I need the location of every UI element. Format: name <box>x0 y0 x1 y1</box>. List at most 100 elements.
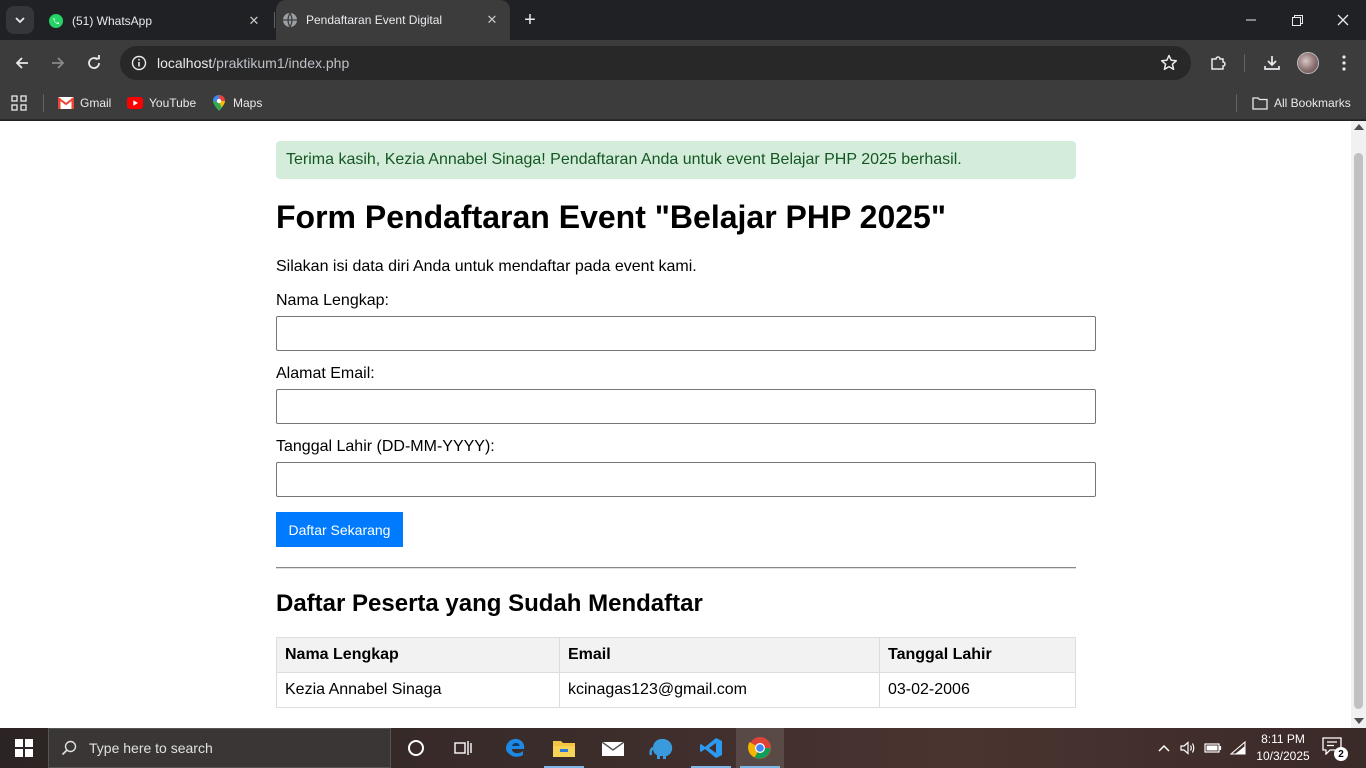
bookmarks-bar: Gmail YouTube Maps All Bookmarks <box>0 86 1366 120</box>
mail-icon <box>601 741 625 756</box>
chevron-up-icon <box>1158 744 1170 752</box>
reload-icon <box>88 55 100 69</box>
email-input[interactable] <box>276 389 1096 424</box>
notification-badge: 2 <box>1334 747 1348 761</box>
reload-button[interactable] <box>79 48 109 78</box>
participants-table: Nama Lengkap Email Tanggal Lahir Kezia A… <box>276 637 1076 708</box>
all-bookmarks-button[interactable]: All Bookmarks <box>1252 92 1351 114</box>
vscode-app[interactable] <box>687 728 735 768</box>
folder-icon <box>1252 95 1268 111</box>
all-bookmarks-label: All Bookmarks <box>1274 96 1351 110</box>
system-clock[interactable]: 8:11 PM 10/3/2025 <box>1250 731 1316 765</box>
chrome-app[interactable] <box>736 728 784 768</box>
tab-separator <box>274 12 275 28</box>
chrome-icon <box>748 737 771 759</box>
tab-search-button[interactable] <box>6 6 34 34</box>
restore-button[interactable] <box>1274 0 1320 40</box>
speaker-icon <box>1180 741 1195 755</box>
site-info-icon[interactable] <box>122 46 156 80</box>
whatsapp-icon <box>48 13 64 29</box>
bookmark-separator <box>43 94 44 112</box>
email-label: Alamat Email: <box>276 365 375 382</box>
back-button[interactable] <box>7 48 37 78</box>
bookmark-gmail[interactable]: Gmail <box>58 92 111 114</box>
table-header-row: Nama Lengkap Email Tanggal Lahir <box>276 637 1076 673</box>
address-bar[interactable]: localhost/praktikum1/index.php <box>120 46 1191 80</box>
new-tab-button[interactable]: + <box>518 8 542 32</box>
windows-taskbar: Type here to search 8:11 PM 10/3/2025 2 <box>0 728 1366 768</box>
file-explorer-app[interactable] <box>540 728 588 768</box>
table-cell: 03-02-2006 <box>879 672 1076 708</box>
edge-app[interactable] <box>491 728 539 768</box>
arrow-right-icon <box>52 57 65 69</box>
close-tab-icon[interactable]: ✕ <box>482 10 502 30</box>
extensions-button[interactable] <box>1205 50 1231 76</box>
apps-grid-icon <box>11 95 27 111</box>
vscode-icon <box>700 738 722 758</box>
name-label: Nama Lengkap: <box>276 292 389 309</box>
tab-strip: (51) WhatsApp ✕ Pendaftaran Event Digita… <box>0 0 1366 40</box>
start-button[interactable] <box>0 728 48 768</box>
apps-button[interactable] <box>11 92 27 114</box>
close-tab-icon[interactable]: ✕ <box>244 11 264 31</box>
table-row: Kezia Annabel Sinaga kcinagas123@gmail.c… <box>276 672 1076 708</box>
submit-button[interactable]: Daftar Sekarang <box>276 512 403 547</box>
participants-title: Daftar Peserta yang Sudah Mendaftar <box>276 590 703 617</box>
show-hidden-icons-button[interactable] <box>1154 728 1174 768</box>
bookmark-label: Gmail <box>80 96 112 110</box>
column-header: Tanggal Lahir <box>879 637 1076 673</box>
taskbar-search[interactable]: Type here to search <box>48 728 391 768</box>
bookmark-star-icon[interactable] <box>1159 53 1179 73</box>
toolbar-separator <box>1244 54 1245 72</box>
wifi-icon <box>1230 741 1246 755</box>
battery-button[interactable] <box>1202 728 1224 768</box>
tab-whatsapp[interactable]: (51) WhatsApp ✕ <box>40 2 272 40</box>
name-input[interactable] <box>276 316 1096 351</box>
battery-icon <box>1204 743 1222 753</box>
notification-center-button[interactable]: 2 <box>1322 737 1348 761</box>
url-host: localhost <box>157 55 213 71</box>
volume-button[interactable] <box>1178 728 1198 768</box>
page-scrollbar[interactable] <box>1351 121 1366 728</box>
dob-input[interactable] <box>276 462 1096 497</box>
menu-button[interactable] <box>1331 50 1357 76</box>
search-icon <box>49 740 89 756</box>
task-view-button[interactable] <box>440 728 488 768</box>
clock-date: 10/3/2025 <box>1256 749 1310 763</box>
bookmark-separator <box>1236 94 1237 112</box>
chevron-down-icon <box>15 17 25 24</box>
scrollbar-thumb[interactable] <box>1354 153 1363 709</box>
close-window-button[interactable] <box>1320 0 1366 40</box>
profile-avatar[interactable] <box>1297 52 1319 74</box>
bookmark-youtube[interactable]: YouTube <box>127 92 196 114</box>
tab-title: (51) WhatsApp <box>72 14 153 28</box>
youtube-icon <box>127 95 143 111</box>
scroll-down-icon[interactable] <box>1354 718 1364 724</box>
table-cell: Kezia Annabel Sinaga <box>276 672 560 708</box>
cortana-button[interactable] <box>392 728 440 768</box>
url-path: /praktikum1/index.php <box>212 55 350 71</box>
minimize-button[interactable] <box>1228 0 1274 40</box>
cloud-app[interactable] <box>638 728 686 768</box>
forward-button[interactable] <box>43 48 73 78</box>
browser-toolbar: localhost/praktikum1/index.php <box>0 40 1366 86</box>
network-button[interactable] <box>1228 728 1248 768</box>
puzzle-icon <box>1211 56 1226 70</box>
column-header: Nama Lengkap <box>276 637 560 673</box>
close-icon <box>1337 14 1349 26</box>
tab-title: Pendaftaran Event Digital <box>306 13 443 27</box>
globe-icon <box>282 12 298 28</box>
tab-pendaftaran[interactable]: Pendaftaran Event Digital ✕ <box>276 0 510 40</box>
bookmark-maps[interactable]: Maps <box>211 92 262 114</box>
scroll-up-icon[interactable] <box>1354 124 1364 130</box>
windows-logo-icon <box>15 739 33 757</box>
mail-app[interactable] <box>589 728 637 768</box>
page-title: Form Pendaftaran Event "Belajar PHP 2025… <box>276 199 947 235</box>
elephant-icon <box>649 738 673 759</box>
dob-label: Tanggal Lahir (DD-MM-YYYY): <box>276 438 495 455</box>
cortana-icon <box>408 740 424 756</box>
maps-icon <box>211 95 227 111</box>
gmail-icon <box>58 95 74 111</box>
divider <box>276 567 1076 569</box>
downloads-button[interactable] <box>1259 50 1285 76</box>
